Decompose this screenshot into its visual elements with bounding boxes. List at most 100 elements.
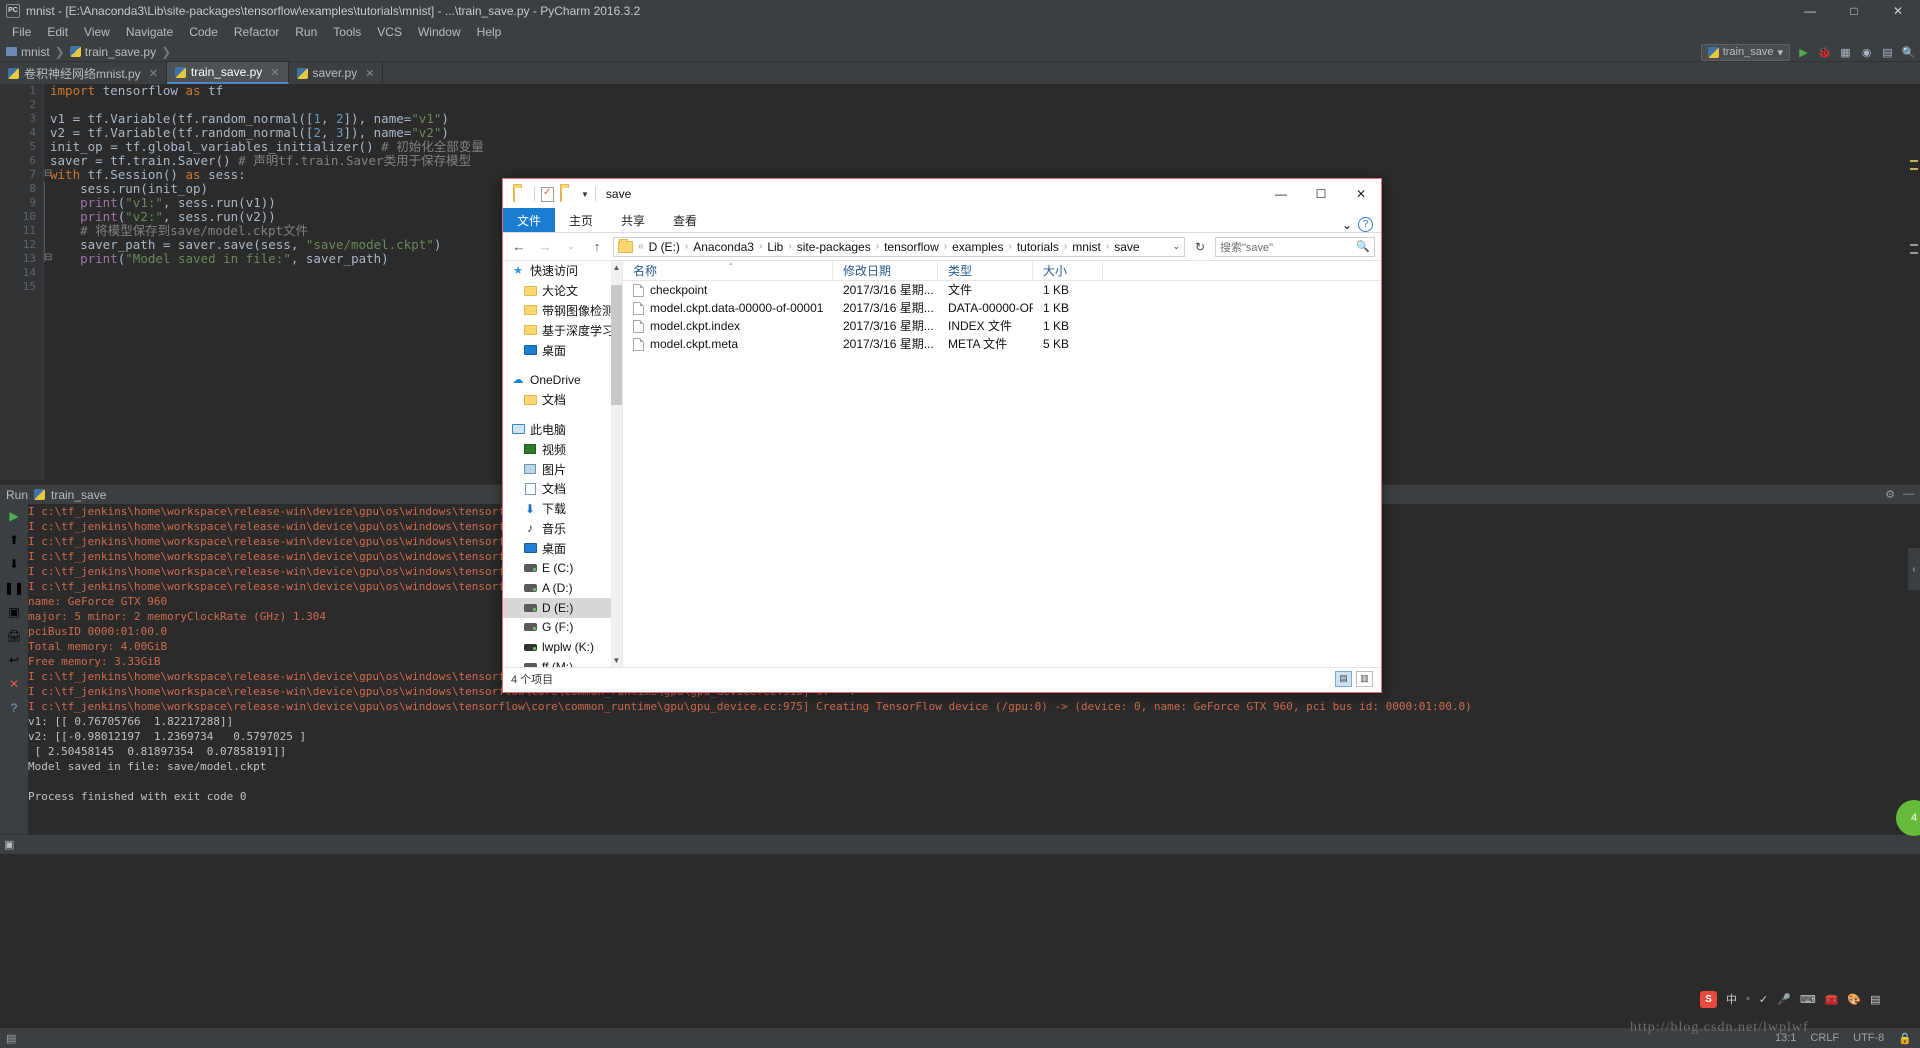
new-folder-icon[interactable] bbox=[560, 186, 575, 202]
explorer-minimize-button[interactable]: — bbox=[1261, 179, 1301, 209]
scroll-down-arrow-icon[interactable]: ▼ bbox=[611, 654, 622, 667]
crumb-separator-icon[interactable]: › bbox=[1064, 241, 1067, 252]
address-crumb-1[interactable]: Anaconda3 bbox=[693, 240, 754, 254]
nav-item-14[interactable]: ♪ 音乐 bbox=[503, 519, 622, 539]
up-button[interactable]: ↑ bbox=[587, 237, 607, 257]
customize-dropdown-icon[interactable]: ▼ bbox=[581, 190, 589, 199]
stop-icon[interactable]: ▣ bbox=[0, 600, 28, 624]
nav-item-18[interactable]: D (E:) bbox=[503, 597, 622, 618]
rerun-icon[interactable]: ▶ bbox=[0, 504, 28, 528]
terminal-tool-icon[interactable]: ▣ bbox=[4, 838, 14, 851]
nav-item-17[interactable]: A (D:) bbox=[503, 578, 622, 598]
search-everywhere-icon[interactable]: 🔍 bbox=[1901, 45, 1916, 60]
mic-icon[interactable]: 🎤 bbox=[1777, 993, 1791, 1006]
pause-icon[interactable]: ❚❚ bbox=[0, 576, 28, 600]
address-crumb-6[interactable]: tutorials bbox=[1017, 240, 1059, 254]
editor-tab-2[interactable]: saver.py ✕ bbox=[289, 62, 384, 84]
nav-item-15[interactable]: 桌面 bbox=[503, 538, 622, 558]
nav-item-19[interactable]: G (F:) bbox=[503, 618, 622, 638]
address-crumb-5[interactable]: examples bbox=[952, 240, 1003, 254]
menu-item-edit[interactable]: Edit bbox=[39, 23, 76, 41]
address-breadcrumb-box[interactable]: « D (E:) › Anaconda3 › Lib › site-packages › tens… bbox=[613, 236, 1185, 257]
file-encoding[interactable]: UTF-8 bbox=[1853, 1032, 1884, 1044]
address-crumb-2[interactable]: Lib bbox=[767, 240, 783, 254]
crumb-separator-icon[interactable]: › bbox=[685, 241, 688, 252]
hide-tool-window-icon[interactable]: — bbox=[1903, 488, 1914, 500]
line-separator[interactable]: CRLF bbox=[1810, 1032, 1839, 1044]
editor-error-stripe[interactable] bbox=[1908, 84, 1920, 480]
soft-wrap-icon[interactable]: ↩ bbox=[0, 648, 28, 672]
editor-tab-0[interactable]: 卷积神经网络mnist.py ✕ bbox=[0, 62, 167, 84]
nav-scrollbar-thumb[interactable] bbox=[611, 285, 622, 405]
ime-item-◦[interactable]: ◦ bbox=[1746, 993, 1750, 1005]
crumb-separator-icon[interactable]: › bbox=[1008, 241, 1011, 252]
nav-item-16[interactable]: E (C:) bbox=[503, 558, 622, 578]
menu-item-view[interactable]: View bbox=[76, 23, 118, 41]
menu-item-vcs[interactable]: VCS bbox=[369, 23, 410, 41]
run-settings-icon[interactable]: ⚙ bbox=[1885, 488, 1895, 501]
run-icon[interactable]: ▶ bbox=[1796, 45, 1811, 60]
column-header-2[interactable]: 类型 bbox=[938, 260, 1033, 281]
file-name-cell[interactable]: checkpoint bbox=[623, 281, 833, 299]
settings-icon[interactable]: ▤ bbox=[1880, 45, 1895, 60]
help-icon[interactable]: ? bbox=[0, 696, 28, 720]
forward-button[interactable]: → bbox=[535, 237, 555, 257]
details-view-icon[interactable]: ▤ bbox=[1335, 670, 1352, 687]
profile-icon[interactable]: ◉ bbox=[1859, 45, 1874, 60]
address-crumb-4[interactable]: tensorflow bbox=[884, 240, 939, 254]
file-row[interactable]: model.ckpt.data-00000-of-00001 2017/3/16 … bbox=[623, 299, 1381, 317]
nav-item-10[interactable]: 视频 bbox=[503, 439, 622, 459]
coverage-icon[interactable]: ▦ bbox=[1838, 45, 1853, 60]
nav-item-13[interactable]: ⬇ 下载 bbox=[503, 499, 622, 519]
nav-item-3[interactable]: 基于深度学习的 bbox=[503, 320, 622, 340]
column-header-1[interactable]: 修改日期 bbox=[833, 260, 938, 281]
collapse-panel-handle[interactable]: ‹ bbox=[1908, 548, 1920, 590]
column-header-0[interactable]: 名称 ⌃ bbox=[623, 260, 833, 281]
close-button[interactable]: ✕ bbox=[1876, 0, 1920, 22]
help-icon[interactable]: ? bbox=[1358, 217, 1373, 232]
close-tab-icon[interactable]: ✕ bbox=[270, 66, 279, 79]
status-toggle-icon[interactable]: ▤ bbox=[6, 1032, 16, 1045]
nav-item-12[interactable]: 文档 bbox=[503, 479, 622, 499]
refresh-button[interactable]: ↻ bbox=[1191, 237, 1209, 257]
menu-item-code[interactable]: Code bbox=[181, 23, 226, 41]
breadcrumb-file[interactable]: train_save.py ❯ bbox=[69, 45, 176, 59]
file-row[interactable]: checkpoint 2017/3/16 星期... 文件 1 KB bbox=[623, 281, 1381, 299]
menu-item-refactor[interactable]: Refactor bbox=[226, 23, 287, 41]
editor-tab-1[interactable]: train_save.py ✕ bbox=[166, 62, 289, 84]
toolbox-icon[interactable]: 🧰 bbox=[1825, 993, 1839, 1006]
menu-icon[interactable]: ▤ bbox=[1870, 993, 1880, 1006]
file-row[interactable]: model.ckpt.index 2017/3/16 星期... INDEX 文件 1… bbox=[623, 317, 1381, 335]
ribbon-tab-2[interactable]: 共享 bbox=[607, 208, 659, 232]
search-input[interactable]: 搜索"save" 🔍 bbox=[1215, 236, 1375, 257]
properties-icon[interactable] bbox=[541, 186, 554, 202]
run-configuration-selector[interactable]: train_save ▾ bbox=[1700, 43, 1790, 61]
menu-item-navigate[interactable]: Navigate bbox=[118, 23, 181, 41]
back-button[interactable]: ← bbox=[509, 237, 529, 257]
ime-item-✓[interactable]: ✓ bbox=[1759, 993, 1768, 1006]
ribbon-tab-3[interactable]: 查看 bbox=[659, 208, 711, 232]
column-header-3[interactable]: 大小 bbox=[1033, 260, 1103, 281]
maximize-button[interactable]: □ bbox=[1832, 0, 1876, 22]
nav-item-20[interactable]: lwplw (K:) bbox=[503, 637, 622, 657]
crumb-separator-icon[interactable]: › bbox=[944, 241, 947, 252]
scroll-up-arrow-icon[interactable]: ▲ bbox=[611, 261, 622, 274]
navigation-pane[interactable]: ★ 快速访问 大论文 带钢图像检测大 基于深度学习的 桌面 ☁ OneDrive 文档 此电脑 视频… bbox=[503, 261, 623, 667]
file-explorer-window[interactable]: ▼ save — ☐ ✕ 文件主页共享查看 ⌄ ? ← → ⌄ ↑ «D (E:… bbox=[502, 178, 1382, 693]
nav-item-7[interactable]: 文档 bbox=[503, 390, 622, 410]
menu-item-run[interactable]: Run bbox=[287, 23, 325, 41]
explorer-close-button[interactable]: ✕ bbox=[1341, 179, 1381, 209]
editor-gutter[interactable]: 1 2 3 4 5 6 7 8 9 10 11 12 13 14 15 bbox=[0, 84, 44, 480]
file-name-cell[interactable]: model.ckpt.index bbox=[623, 317, 833, 335]
menu-item-tools[interactable]: Tools bbox=[325, 23, 369, 41]
file-name-cell[interactable]: model.ckpt.meta bbox=[623, 335, 833, 353]
minimize-button[interactable]: — bbox=[1788, 0, 1832, 22]
scroll-up-icon[interactable]: ⬆ bbox=[0, 528, 28, 552]
breadcrumb-project[interactable]: mnist ❯ bbox=[6, 45, 70, 59]
file-name-cell[interactable]: model.ckpt.data-00000-of-00001 bbox=[623, 299, 833, 317]
address-crumb-8[interactable]: save bbox=[1114, 240, 1139, 254]
folder-icon[interactable] bbox=[513, 186, 528, 202]
nav-item-2[interactable]: 带钢图像检测大 bbox=[503, 301, 622, 321]
crumb-separator-icon[interactable]: › bbox=[1106, 241, 1109, 252]
close-tab-icon[interactable]: ✕ bbox=[149, 67, 158, 80]
